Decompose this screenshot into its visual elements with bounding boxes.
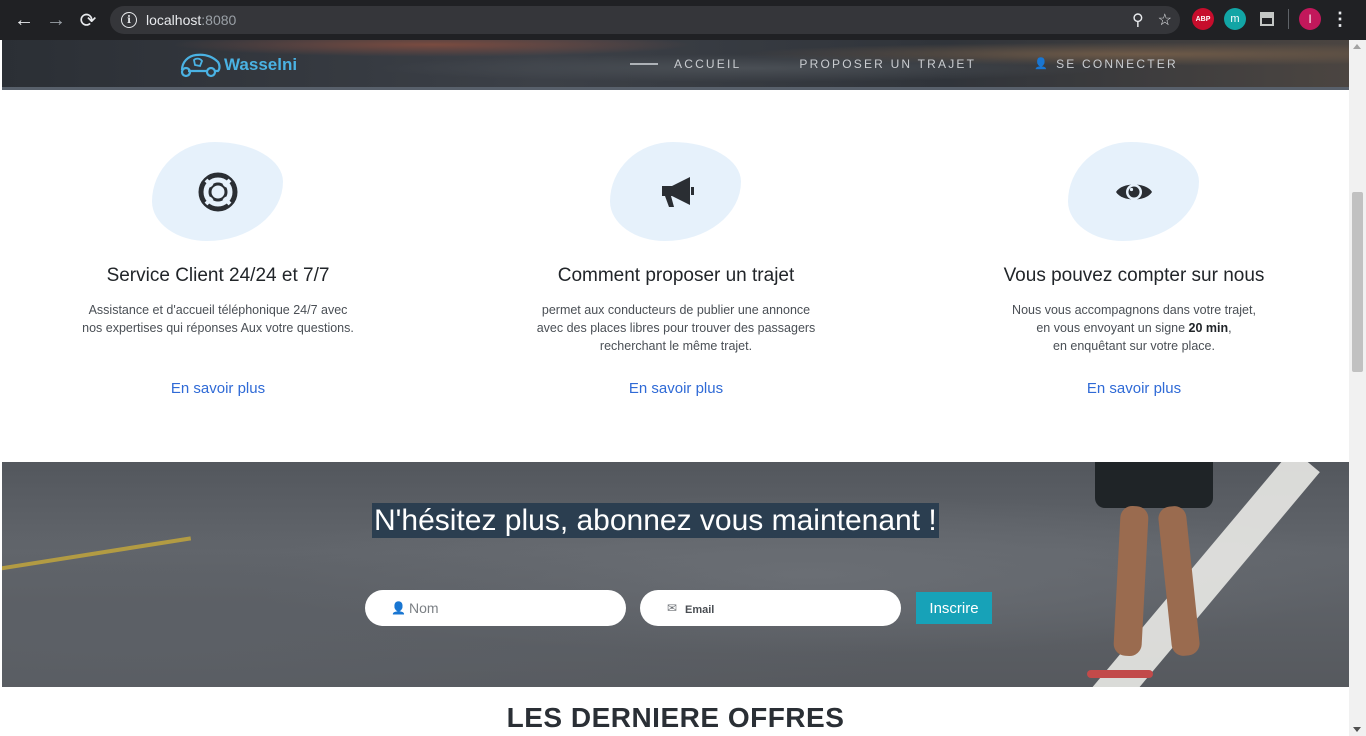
feature-description: Assistance et d'accueil téléphonique 24/… (58, 301, 378, 337)
adblock-extension-icon[interactable]: ABP (1192, 8, 1214, 30)
scrollbar-thumb[interactable] (1352, 192, 1363, 372)
scroll-up-arrow-icon[interactable] (1353, 44, 1361, 49)
feature-desc-line: nos expertises qui réponses Aux votre qu… (82, 321, 354, 335)
window-extension-icon[interactable] (1256, 8, 1278, 30)
background-person (1087, 462, 1227, 687)
url-text: localhost:8080 (146, 12, 236, 28)
feature-icon-badge (610, 142, 741, 241)
subscribe-section: N'hésitez plus, abonnez vous maintenant … (2, 462, 1349, 687)
email-field[interactable]: ✉ (640, 590, 901, 626)
subscribe-heading: N'hésitez plus, abonnez vous maintenant … (372, 503, 939, 538)
feature-learn-more-link[interactable]: En savoir plus (476, 380, 876, 397)
inscrire-button[interactable]: Inscrire (916, 592, 992, 624)
envelope-icon: ✉ (667, 601, 678, 615)
page-viewport: Wasselni Accueil Proposer un trajet 👤 Se… (0, 40, 1366, 736)
bookmark-star-icon[interactable]: ☆ (1158, 10, 1172, 30)
page-scrollbar[interactable] (1349, 40, 1366, 736)
toolbar-divider (1288, 9, 1289, 29)
megaphone-icon (661, 176, 694, 207)
feature-title: Service Client 24/24 et 7/7 (106, 265, 330, 286)
site-info-icon[interactable]: i (121, 12, 137, 28)
m-extension-icon[interactable]: m (1224, 8, 1246, 30)
logo-text: Wasselni (224, 55, 298, 74)
scroll-down-arrow-icon[interactable] (1353, 727, 1361, 732)
feature-desc-line: permet aux conducteurs de publier une an… (541, 303, 811, 317)
feature-learn-more-link[interactable]: En savoir plus (18, 380, 418, 397)
back-arrow-icon[interactable]: ← (8, 4, 40, 36)
address-bar[interactable]: i localhost:8080 ⚲ ☆ (110, 6, 1180, 34)
url-port: :8080 (201, 12, 237, 28)
url-host: localhost (146, 12, 202, 28)
nav-accueil[interactable]: Accueil (630, 57, 741, 71)
reload-icon[interactable]: ⟳ (72, 4, 104, 36)
eye-icon (1115, 183, 1152, 200)
features-section: Service Client 24/24 et 7/7 Assistance e… (2, 90, 1349, 462)
feature-desc-line: Nous vous accompagnons dans votre trajet… (1012, 303, 1256, 317)
feature-desc-emphasis: 20 min (1188, 321, 1229, 335)
feature-desc-line: recherchant le même trajet. (599, 339, 753, 353)
nav-proposer-trajet[interactable]: Proposer un trajet (799, 57, 976, 71)
browser-menu-icon[interactable]: ⋮ (1331, 9, 1349, 30)
profile-avatar[interactable]: I (1299, 8, 1321, 30)
nav-se-connecter[interactable]: 👤 Se connecter (1034, 57, 1178, 71)
forward-arrow-icon[interactable]: → (40, 4, 72, 36)
feature-description: Nous vous accompagnons dans votre trajet… (974, 301, 1294, 355)
feature-desc-line: Assistance et d'accueil téléphonique 24/… (88, 303, 348, 317)
nav-se-connecter-label: Se connecter (1056, 56, 1178, 71)
feature-title: Comment proposer un trajet (557, 265, 795, 286)
user-icon: 👤 (1034, 58, 1051, 70)
car-logo-icon (180, 53, 221, 78)
feature-icon-badge (1068, 142, 1199, 241)
feature-description: permet aux conducteurs de publier une an… (516, 301, 836, 355)
feature-desc-line: en vous envoyant un signe (1036, 321, 1189, 335)
lifebuoy-icon (198, 172, 237, 211)
road-marking (2, 536, 192, 572)
user-icon: 👤 (391, 601, 406, 615)
latest-offers-title: LES DERNIERE OFFRES (506, 702, 845, 733)
site-logo[interactable]: Wasselni (178, 50, 297, 80)
extensions-area: ABP m I ⋮ (1192, 8, 1349, 30)
name-field[interactable]: 👤 (365, 590, 626, 626)
feature-desc-line: en enquêtant sur votre place. (1053, 339, 1215, 353)
feature-title: Vous pouvez compter sur nous (1003, 265, 1265, 286)
feature-icon-badge (152, 142, 283, 241)
zoom-icon[interactable]: ⚲ (1132, 10, 1144, 30)
name-input[interactable] (409, 600, 609, 616)
feature-desc-line: avec des places libres pour trouver des … (536, 321, 816, 335)
main-navigation: Accueil Proposer un trajet 👤 Se connecte… (630, 40, 1178, 87)
page-content: Wasselni Accueil Proposer un trajet 👤 Se… (2, 40, 1349, 736)
feature-desc-line: , (1228, 321, 1232, 335)
site-header: Wasselni Accueil Proposer un trajet 👤 Se… (2, 40, 1349, 90)
email-input[interactable] (685, 600, 885, 616)
browser-toolbar: ← → ⟳ i localhost:8080 ⚲ ☆ ABP m I ⋮ (0, 0, 1366, 40)
feature-learn-more-link[interactable]: En savoir plus (934, 380, 1334, 397)
